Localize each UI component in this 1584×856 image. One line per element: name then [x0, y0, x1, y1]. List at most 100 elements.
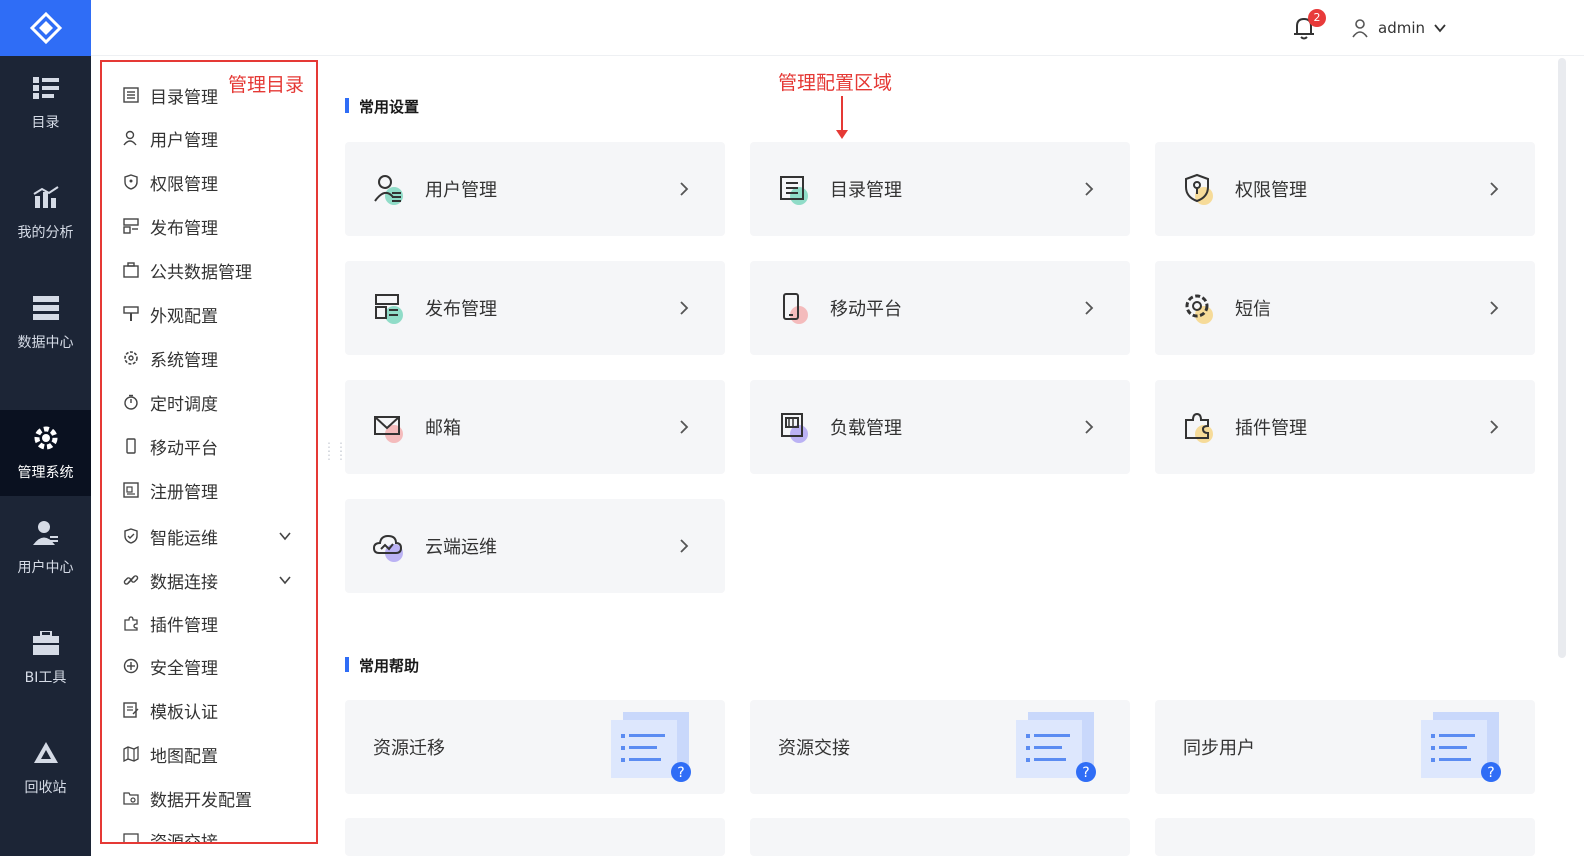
catalog-item-template-cert[interactable]: 模板认证 — [122, 699, 302, 723]
help-card-partial[interactable] — [750, 818, 1130, 856]
app-root: 目录 我的分析 数据中心 管理系统 用户中心 BI工具 回收站 2 admin … — [0, 0, 1584, 856]
catalog-item-intelligent-ops[interactable]: 智能运维 — [122, 525, 302, 549]
setting-card-plugins[interactable]: 插件管理 — [1155, 380, 1535, 474]
user-icon — [122, 129, 140, 147]
help-card-resource-migration[interactable]: 资源迁移 ? — [345, 700, 725, 794]
setting-card-mail[interactable]: 邮箱 — [345, 380, 725, 474]
shield-icon — [122, 173, 140, 191]
toolbox-icon — [32, 629, 60, 657]
catalog-item-label: 目录管理 — [150, 87, 218, 108]
security-icon — [122, 657, 140, 675]
setting-card-label: 插件管理 — [1235, 418, 1307, 439]
setting-card-permissions[interactable]: 权限管理 — [1155, 142, 1535, 236]
catalog-item-label: 地图配置 — [150, 746, 218, 767]
catalog-item-label: 发布管理 — [150, 218, 218, 239]
nav-item-user-center[interactable]: 用户中心 — [0, 505, 91, 591]
catalog-item-system[interactable]: 系统管理 — [122, 347, 302, 371]
register-icon — [122, 481, 140, 499]
shield-icon — [1183, 173, 1215, 205]
catalog-item-registration[interactable]: 注册管理 — [122, 479, 302, 503]
catalog-item-map-config[interactable]: 地图配置 — [122, 743, 302, 767]
app-logo[interactable] — [0, 0, 91, 56]
nav-item-analysis[interactable]: 我的分析 — [0, 170, 91, 256]
setting-card-label: 邮箱 — [425, 418, 461, 439]
document-help-icon: ? — [1016, 712, 1096, 782]
catalog-item-label: 外观配置 — [150, 306, 218, 327]
catalog-item-plugins[interactable]: 插件管理 — [122, 612, 302, 636]
nav-item-data-center[interactable]: 数据中心 — [0, 280, 91, 366]
setting-card-load[interactable]: 负载管理 — [750, 380, 1130, 474]
catalog-item-users[interactable]: 用户管理 — [122, 127, 302, 151]
config-area-annotation: 管理配置区域 — [778, 72, 893, 94]
setting-card-mobile[interactable]: 移动平台 — [750, 261, 1130, 355]
chevron-right-icon — [1490, 301, 1499, 315]
catalog-item-permissions[interactable]: 权限管理 — [122, 171, 302, 195]
chevron-down-icon[interactable] — [277, 528, 293, 544]
catalog-item-label: 注册管理 — [150, 482, 218, 503]
catalog-item-label: 智能运维 — [150, 528, 218, 549]
catalog-item-appearance[interactable]: 外观配置 — [122, 303, 302, 327]
catalog-item-label: 用户管理 — [150, 130, 218, 151]
help-card-label: 同步用户 — [1183, 738, 1255, 759]
catalog-item-public-data[interactable]: 公共数据管理 — [122, 259, 302, 283]
help-card-partial[interactable] — [1155, 818, 1535, 856]
setting-card-users[interactable]: 用户管理 — [345, 142, 725, 236]
help-card-resource-handover[interactable]: 资源交接 ? — [750, 700, 1130, 794]
management-gear-icon — [32, 424, 60, 452]
logo-icon — [29, 11, 62, 45]
nav-item-catalog[interactable]: 目录 — [0, 60, 91, 146]
nav-item-bi-tools[interactable]: BI工具 — [0, 615, 91, 701]
catalog-icon — [32, 74, 60, 102]
annotation-arrow — [841, 96, 843, 132]
catalog-annotation: 管理目录 — [228, 74, 305, 96]
setting-card-cloud-ops[interactable]: 云端运维 — [345, 499, 725, 593]
username: admin — [1378, 19, 1425, 37]
handover-icon — [122, 831, 140, 842]
catalog-item-resource-handover[interactable]: 资源交接 — [122, 829, 302, 842]
nav-item-label: BI工具 — [24, 670, 67, 686]
timer-icon — [122, 393, 140, 411]
certificate-icon — [122, 701, 140, 719]
catalog-item-label: 定时调度 — [150, 394, 218, 415]
help-card-sync-users[interactable]: 同步用户 ? — [1155, 700, 1535, 794]
catalog-item-data-connection[interactable]: 数据连接 — [122, 569, 302, 593]
nav-item-management[interactable]: 管理系统 — [0, 410, 91, 496]
catalog-item-scheduler[interactable]: 定时调度 — [122, 391, 302, 415]
user-manage-icon — [373, 173, 405, 205]
ops-shield-icon — [122, 527, 140, 545]
nav-item-label: 我的分析 — [17, 225, 74, 241]
catalog-item-label: 系统管理 — [150, 350, 218, 371]
folder-gear-icon — [122, 789, 140, 807]
resize-handle[interactable]: ⋮⋮ ⋮⋮ — [323, 441, 347, 461]
catalog-item-publish[interactable]: 发布管理 — [122, 215, 302, 239]
setting-card-label: 权限管理 — [1235, 180, 1307, 201]
user-icon — [1352, 19, 1368, 38]
catalog-item-label: 插件管理 — [150, 615, 218, 636]
nav-item-recycle[interactable]: 回收站 — [0, 725, 91, 811]
setting-card-publish[interactable]: 发布管理 — [345, 261, 725, 355]
user-menu[interactable]: admin — [1350, 18, 1447, 38]
chevron-right-icon — [680, 301, 689, 315]
catalog-item-mobile[interactable]: 移动平台 — [122, 435, 302, 459]
section-title-settings: 常用设置 — [345, 96, 419, 117]
catalog-item-label: 模板认证 — [150, 702, 218, 723]
catalog-item-label: 安全管理 — [150, 658, 218, 679]
data-center-icon — [32, 294, 60, 322]
mail-icon — [373, 411, 405, 443]
svg-text:?: ? — [1082, 765, 1089, 781]
help-card-partial[interactable] — [345, 818, 725, 856]
chevron-down-icon[interactable] — [277, 572, 293, 588]
notification-badge: 2 — [1308, 9, 1326, 27]
annotation-arrow-head — [836, 130, 848, 139]
nav-item-label: 用户中心 — [17, 560, 74, 576]
gear-icon — [122, 349, 140, 367]
catalog-item-security[interactable]: 安全管理 — [122, 655, 302, 679]
load-icon — [778, 411, 810, 443]
link-icon — [122, 571, 140, 589]
main-scrollbar[interactable] — [1558, 58, 1566, 658]
chevron-right-icon — [1085, 301, 1094, 315]
catalog-item-data-dev-config[interactable]: 数据开发配置 — [122, 787, 302, 811]
setting-card-label: 短信 — [1235, 299, 1271, 320]
setting-card-directory[interactable]: 目录管理 — [750, 142, 1130, 236]
setting-card-sms[interactable]: 短信 — [1155, 261, 1535, 355]
